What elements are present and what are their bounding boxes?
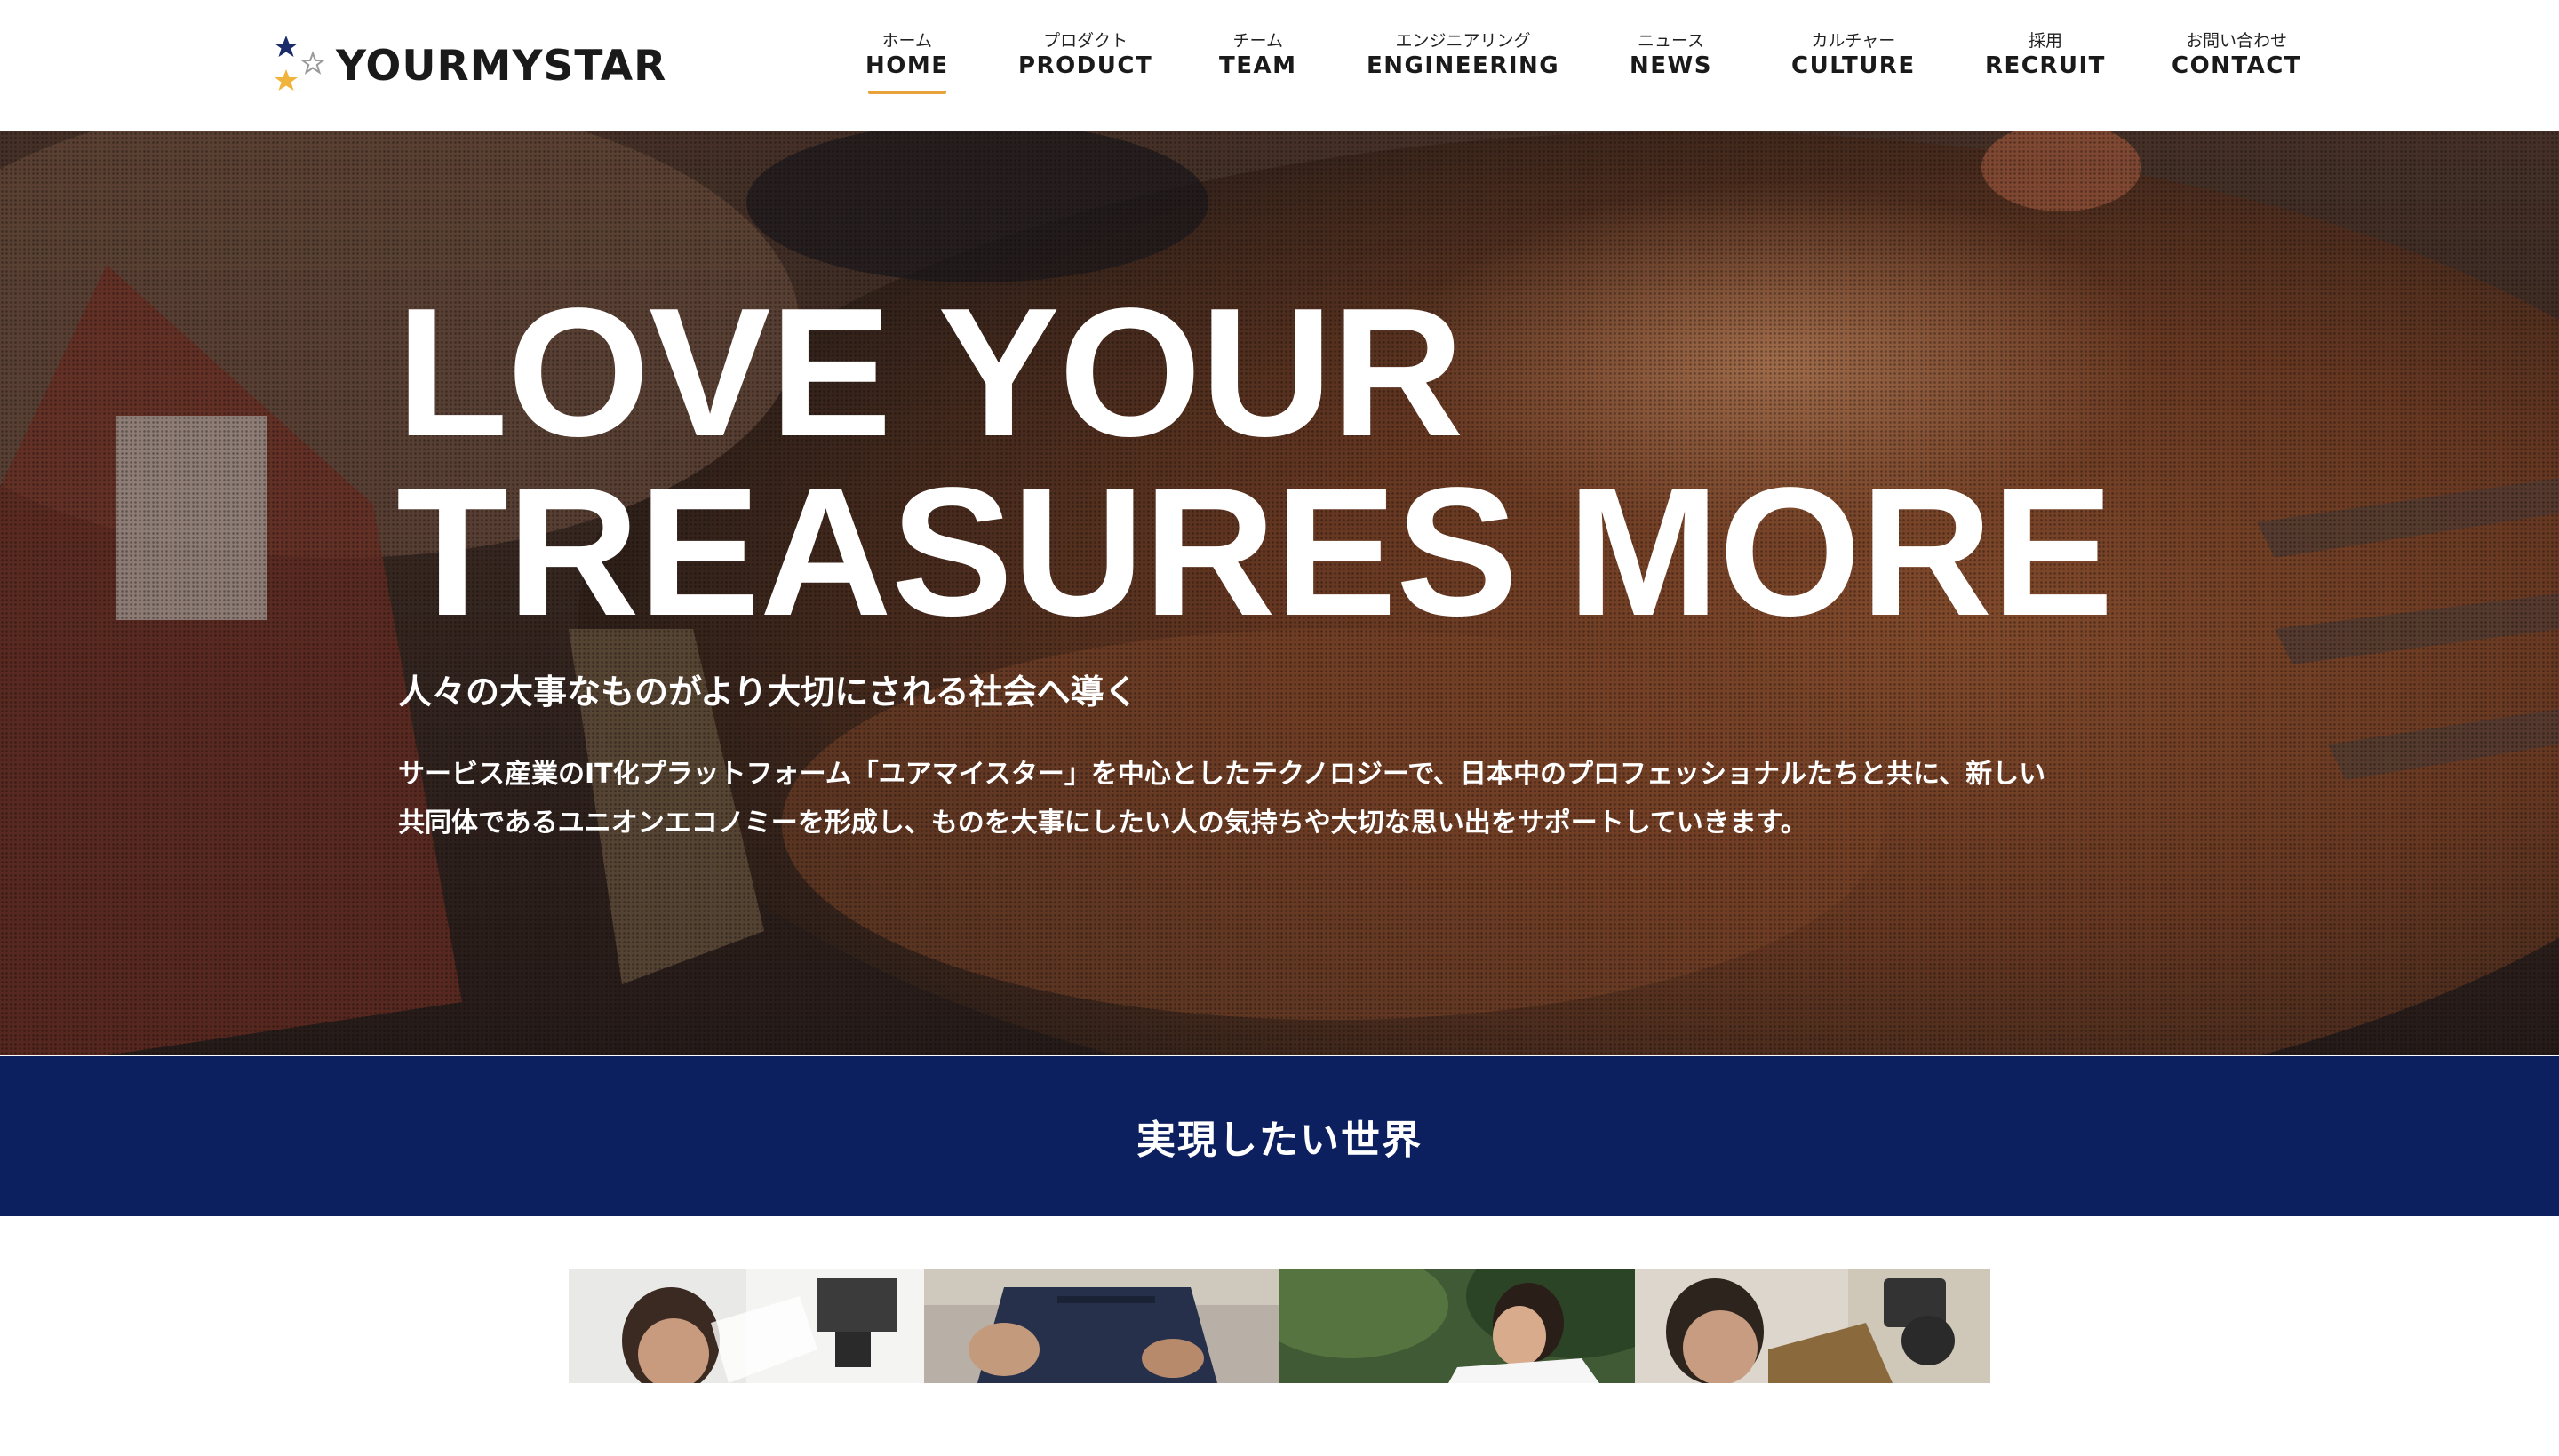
logo-wordmark: YOURMYSTAR <box>336 41 667 91</box>
hero-description-line-1: サービス産業のIT化プラットフォーム「ユアマイスター」を中心としたテクノロジーで… <box>398 759 2046 790</box>
nav-item-home[interactable]: ホーム HOME <box>865 30 949 94</box>
hero-section: LOVE YOUR TREASURES MORE 人々の大事なものがより大切にさ… <box>0 131 2559 1055</box>
worker-photo-4 <box>1635 1269 1990 1383</box>
site-logo[interactable]: YOURMYSTAR <box>272 32 666 99</box>
active-nav-indicator <box>867 91 946 94</box>
worker-photo-1 <box>569 1269 924 1383</box>
nav-item-en-label: ENGINEERING <box>1367 52 1560 79</box>
nav-item-contact[interactable]: お問い合わせ CONTACT <box>2172 30 2301 80</box>
hero-title-line-1: LOVE YOUR <box>396 270 1464 474</box>
worker-photo-3 <box>1280 1269 1635 1383</box>
vision-section-header: 実現したい世界 <box>0 1056 2559 1216</box>
nav-item-en-label: TEAM <box>1219 52 1297 79</box>
nav-item-en-label: HOME <box>865 52 949 79</box>
nav-item-news[interactable]: ニュース NEWS <box>1630 30 1712 80</box>
worker-photo-2 <box>924 1269 1280 1383</box>
nav-item-en-label: NEWS <box>1630 52 1712 79</box>
nav-item-en-label: CONTACT <box>2172 52 2302 79</box>
nav-item-en-label: CULTURE <box>1791 52 1916 79</box>
section-title: 実現したい世界 <box>1136 1118 1423 1163</box>
nav-item-jp-label: カルチャー <box>1811 31 1896 51</box>
nav-item-en-label: PRODUCT <box>1018 52 1153 79</box>
nav-item-engineering[interactable]: エンジニアリング ENGINEERING <box>1367 30 1559 80</box>
photo-strip <box>569 1269 1990 1383</box>
nav-item-team[interactable]: チーム TEAM <box>1219 30 1297 80</box>
nav-item-jp-label: ホーム <box>881 31 932 51</box>
nav-item-recruit[interactable]: 採用 RECRUIT <box>1985 30 2106 80</box>
star-logo-icon <box>275 36 326 91</box>
nav-item-jp-label: お問い合わせ <box>2186 31 2288 51</box>
nav-item-jp-label: エンジニアリング <box>1395 31 1531 51</box>
nav-item-jp-label: チーム <box>1232 31 1283 51</box>
hero-subtitle: 人々の大事なものがより大切にされる社会へ導く <box>398 672 1138 712</box>
hero-description: サービス産業のIT化プラットフォーム「ユアマイスター」を中心としたテクノロジーで… <box>398 750 2175 847</box>
nav-item-jp-label: プロダクト <box>1043 31 1128 51</box>
nav-item-jp-label: 採用 <box>2028 31 2062 51</box>
nav-item-jp-label: ニュース <box>1637 31 1704 51</box>
nav-item-product[interactable]: プロダクト PRODUCT <box>1018 30 1152 80</box>
hero-title-line-2: TREASURES MORE <box>396 450 2114 654</box>
site-header: YOURMYSTAR ホーム HOME プロダクト PRODUCT チーム TE… <box>0 0 2559 131</box>
hero-title: LOVE YOUR TREASURES MORE <box>396 270 2114 654</box>
nav-item-en-label: RECRUIT <box>1985 52 2106 79</box>
hero-description-line-2: 共同体であるユニオンエコノミーを形成し、ものを大事にしたい人の気持ちや大切な思い… <box>398 808 1807 839</box>
nav-item-culture[interactable]: カルチャー CULTURE <box>1791 30 1916 80</box>
